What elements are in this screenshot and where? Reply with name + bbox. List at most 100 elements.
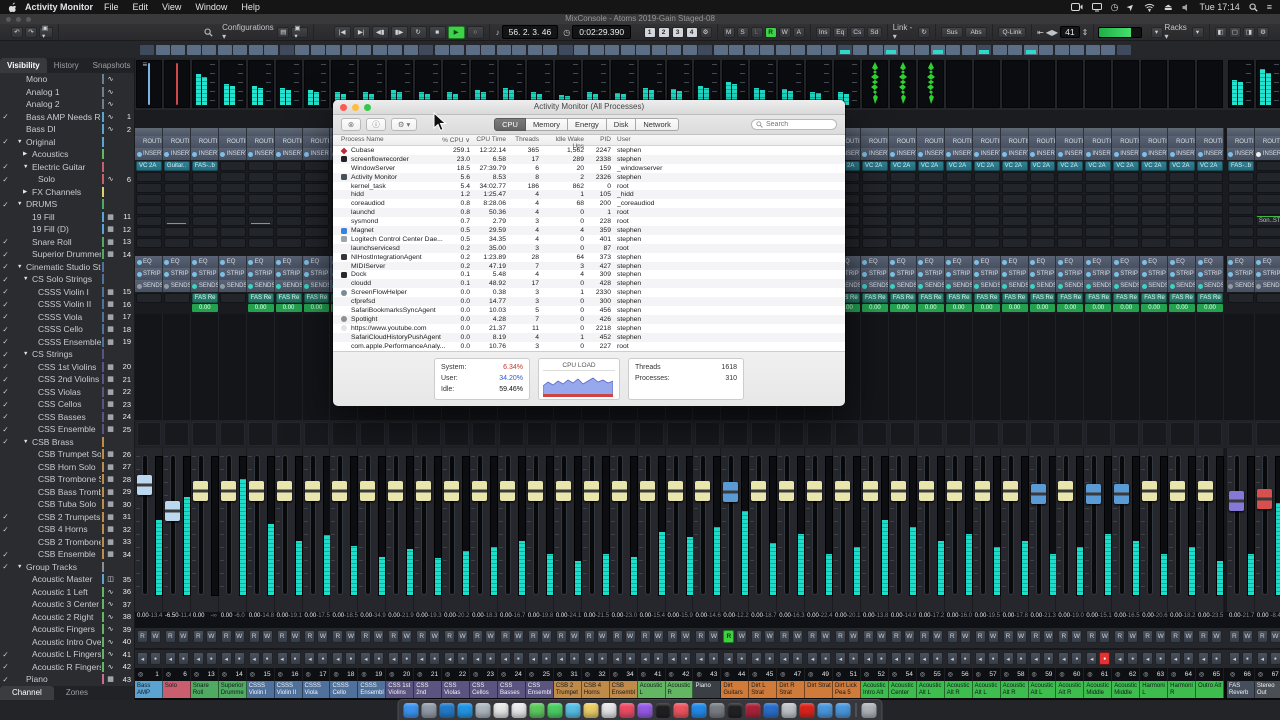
fader-handle[interactable] (835, 480, 851, 501)
fader-db-readout[interactable]: 0.00 -∞ (190, 612, 219, 628)
eq-header[interactable]: EQ (1112, 256, 1141, 268)
notification-center-icon[interactable]: ≡ (1267, 2, 1272, 12)
channel-name[interactable]: Acoustic Alt R (944, 681, 973, 698)
pan-control[interactable] (917, 420, 945, 448)
monitor-button[interactable]: ◂ (779, 652, 791, 665)
spotlight-search-icon[interactable] (1249, 2, 1258, 12)
monitor-button[interactable]: ◂ (388, 652, 400, 665)
position-display[interactable]: 56. 2. 3. 46 (501, 25, 559, 39)
insert-header[interactable]: INSERT (1112, 148, 1141, 160)
fader-handle[interactable] (472, 480, 488, 501)
write-automation-button[interactable]: W (1269, 630, 1280, 643)
fader-db-readout[interactable]: 0.00 -21.9 (386, 612, 415, 628)
eq-header[interactable]: EQ (302, 256, 331, 268)
sidebar-track-row[interactable]: CSB Horn Solo ▦ 27 (0, 461, 134, 474)
overview-channel-box[interactable] (760, 44, 774, 55)
fader-handle[interactable] (332, 480, 348, 501)
dock-icon-reminders[interactable] (601, 702, 617, 718)
visibility-check[interactable]: ✓ (0, 237, 11, 246)
send-level-value[interactable]: 0.00 (945, 304, 972, 312)
sidebar-track-row[interactable]: ▶ Acoustics (0, 148, 134, 161)
insert-slot[interactable]: VC 2A (1029, 161, 1056, 171)
insert-slot[interactable] (1169, 172, 1196, 182)
write-automation-button[interactable]: W (401, 630, 413, 643)
eq-header[interactable]: EQ (1168, 256, 1197, 268)
insert-slot[interactable]: VC 2A (1001, 161, 1028, 171)
eq-header[interactable]: EQ (1226, 256, 1255, 268)
channel-count-display[interactable]: 41 (1060, 26, 1080, 38)
visibility-check[interactable]: ✓ (0, 337, 11, 346)
fader-db-readout[interactable]: 0.00 -20.6 (1140, 612, 1169, 628)
channel-number-cell[interactable]: ◎ 22 (442, 668, 471, 681)
column-header-user[interactable]: User (617, 136, 737, 143)
sidebar-track-row[interactable]: ✓ CSS Ensemble ▦ 25 (0, 423, 134, 436)
fold-arrow-icon[interactable]: ▼ (17, 564, 26, 570)
channel-name[interactable]: Acoustic L (637, 681, 666, 698)
send-level-value[interactable]: 0.00 (303, 304, 330, 312)
column-header-pid[interactable]: PID (587, 136, 611, 143)
sidebar-track-row[interactable]: Acoustic 1 Left ∿ 36 (0, 586, 134, 599)
overview-channel-box[interactable] (946, 44, 960, 55)
fader-handle[interactable] (1030, 484, 1046, 505)
channel-name[interactable]: Superior Drumme (218, 681, 247, 698)
overview-channel-box[interactable] (698, 44, 712, 55)
monitor-button[interactable]: ◂ (890, 652, 902, 665)
read-automation-button[interactable]: R (499, 630, 511, 643)
refresh-icon[interactable]: ↻ (918, 26, 931, 38)
overview-channel-box[interactable] (589, 44, 604, 55)
sends-header[interactable]: SENDS (1168, 280, 1197, 292)
insert-slot[interactable] (1227, 238, 1254, 248)
sidebar-track-row[interactable]: ✓ CSSS Viola ▦ 17 (0, 311, 134, 324)
insert-slot[interactable] (1197, 194, 1223, 204)
insert-slot[interactable] (136, 183, 162, 193)
pan-control[interactable] (833, 420, 861, 448)
insert-slot[interactable] (1169, 205, 1196, 215)
pan-control[interactable] (442, 420, 470, 448)
insert-slot[interactable]: Son..ST (1255, 216, 1280, 226)
window-mode-icon[interactable]: ◨ (1242, 26, 1255, 38)
menu-window[interactable]: Window (195, 2, 227, 12)
record-enable-button[interactable]: ● (540, 652, 552, 665)
channel-name[interactable]: Dirt R Strat (777, 681, 806, 698)
insert-slot[interactable] (1227, 216, 1254, 226)
column-header-threads[interactable]: Threads (509, 136, 539, 143)
sends-header[interactable]: SENDS (274, 280, 303, 292)
channel-number-cell[interactable]: ◎ 20 (386, 668, 415, 681)
channel-name[interactable]: CSSS Cello (330, 681, 359, 698)
sidebar-track-row[interactable]: ▶ FX Channels (0, 186, 134, 199)
write-automation-button[interactable]: W (1071, 630, 1083, 643)
channel-number-cell[interactable]: ◎ 62 (1112, 668, 1141, 681)
channel-name[interactable]: Piano (693, 681, 722, 698)
monitor-button[interactable]: ◂ (276, 652, 288, 665)
fold-arrow-icon[interactable]: ▼ (17, 264, 26, 270)
process-row[interactable]: launchd 0.8 50.36 4 0 1 root (333, 208, 845, 218)
process-row[interactable]: SafariBookmarksSyncAgent 0.0 10.03 5 0 456 ste… (333, 306, 845, 315)
insert-slot[interactable] (219, 183, 246, 193)
fader-db-readout[interactable]: 0.00 -12.2 (721, 612, 750, 628)
overview-channel-box[interactable] (372, 44, 387, 55)
channel-name[interactable]: Acoustic Alt L (916, 681, 945, 698)
write-automation-button[interactable]: W (1183, 630, 1195, 643)
insert-slot[interactable] (247, 161, 274, 171)
insert-slot[interactable] (219, 194, 246, 204)
read-automation-button[interactable]: R (276, 630, 288, 643)
sidebar-track-row[interactable]: 19 Fill (D) ▦ 12 (0, 223, 134, 236)
insert-slot[interactable] (1113, 183, 1140, 193)
channel-number-cell[interactable]: ◎ 56 (944, 668, 973, 681)
sidebar-track-row[interactable]: ✓ Piano ▦ 43 (0, 673, 134, 686)
insert-header[interactable]: INSERT (860, 148, 889, 160)
read-automation-button[interactable]: R (1114, 630, 1126, 643)
insert-slot[interactable] (889, 238, 916, 248)
insert-slot[interactable] (917, 227, 944, 237)
channel-number-cell[interactable]: ◎ 44 (721, 668, 750, 681)
routing-header[interactable]: ROUTING (246, 136, 275, 148)
insert-slot[interactable] (1255, 205, 1280, 215)
insert-slot[interactable] (973, 216, 1000, 226)
insert-slot[interactable] (1085, 183, 1112, 193)
menu-clock[interactable]: Tue 17:14 (1200, 2, 1240, 12)
overview-channel-box[interactable] (1116, 44, 1131, 55)
am-titlebar[interactable]: Activity Monitor (All Processes) (333, 100, 845, 115)
send-level-value[interactable]: 0.00 (861, 304, 888, 312)
pan-control[interactable] (805, 420, 833, 448)
strip-header[interactable]: STRIP (1084, 268, 1113, 280)
